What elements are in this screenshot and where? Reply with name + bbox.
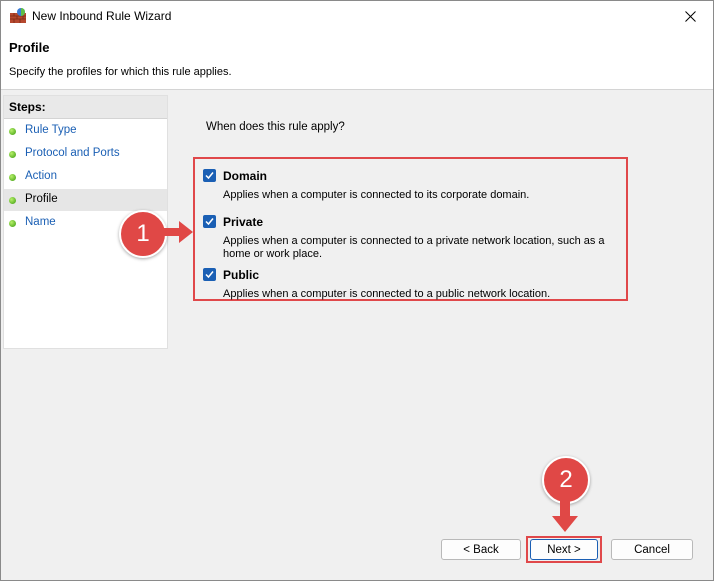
step-status-icon [9,197,16,204]
private-checkbox[interactable] [203,215,216,228]
domain-description: Applies when a computer is connected to … [223,189,530,201]
checkmark-icon [205,271,214,279]
checkmark-icon [205,172,214,180]
page-title: Profile [9,40,50,55]
step-status-icon [9,151,16,158]
window-title: New Inbound Rule Wizard [32,9,172,23]
private-label[interactable]: Private [223,215,263,229]
annotation-badge-1: 1 [119,210,167,258]
step-label: Rule Type [25,124,77,136]
checkmark-icon [205,218,214,226]
step-label: Protocol and Ports [25,147,120,159]
steps-heading: Steps: [4,96,167,119]
step-status-icon [9,128,16,135]
step-label: Profile [25,193,58,205]
step-label: Name [25,216,56,228]
step-protocol-and-ports[interactable]: Protocol and Ports [4,143,167,165]
step-label: Action [25,170,57,182]
step-status-icon [9,220,16,227]
private-description: Applies when a computer is connected to … [223,235,605,260]
page-subtitle: Specify the profiles for which this rule… [9,66,232,78]
public-checkbox[interactable] [203,268,216,281]
step-status-icon [9,174,16,181]
domain-label[interactable]: Domain [223,169,267,183]
wizard-window: New Inbound Rule Wizard Profile Specify … [0,0,714,581]
question-label: When does this rule apply? [206,121,345,133]
domain-checkbox[interactable] [203,169,216,182]
next-button[interactable]: Next > [530,539,598,560]
step-action[interactable]: Action [4,166,167,188]
title-bar[interactable]: New Inbound Rule Wizard [1,1,713,31]
close-icon [684,10,696,22]
wizard-header: Profile Specify the profiles for which t… [1,31,713,90]
annotation-badge-2: 2 [542,456,590,504]
close-button[interactable] [667,1,713,31]
annotation-arrow-down-icon [552,500,578,532]
step-rule-type[interactable]: Rule Type [4,120,167,142]
public-description: Applies when a computer is connected to … [223,288,551,300]
step-profile[interactable]: Profile [4,189,167,211]
public-label[interactable]: Public [223,268,259,282]
cancel-button[interactable]: Cancel [611,539,693,560]
back-button[interactable]: < Back [441,539,521,560]
firewall-icon [10,8,26,23]
annotation-arrow-right-icon [163,221,193,243]
